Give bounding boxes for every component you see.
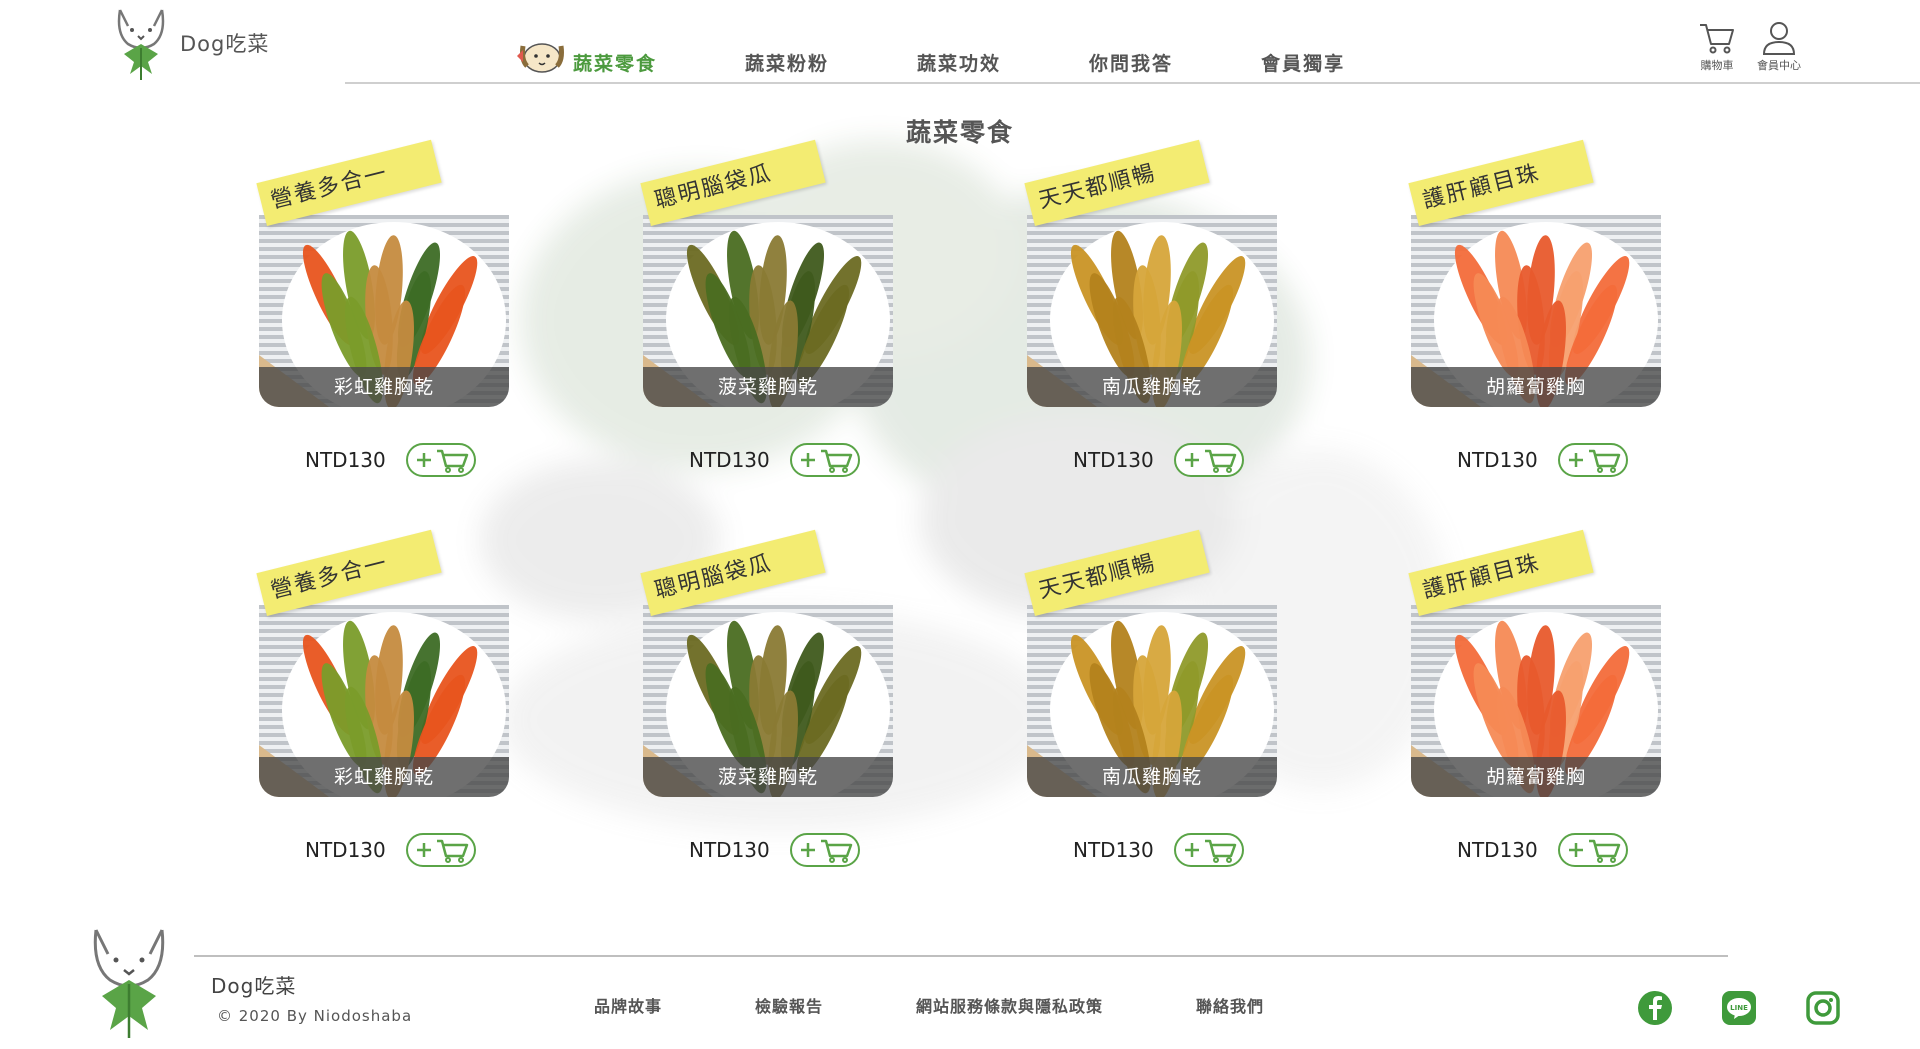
brand-name: Dog吃菜: [180, 32, 270, 56]
nav-item-vegetable-snacks[interactable]: 蔬菜零食: [515, 36, 657, 80]
user-icon: [1762, 22, 1796, 55]
add-to-cart-button[interactable]: [1557, 833, 1628, 867]
add-to-cart-button[interactable]: [405, 443, 476, 477]
member-label: 會員中心: [1757, 59, 1801, 72]
dog-mascot-icon: [517, 43, 564, 73]
line-icon[interactable]: LINE: [1721, 990, 1757, 1026]
product-name: 彩虹雞胸乾: [259, 757, 509, 797]
product-tag: 天天都順暢: [1024, 139, 1210, 226]
price-row: NTD130: [1073, 833, 1244, 867]
add-to-cart-button[interactable]: [1557, 443, 1628, 477]
product-tag: 護肝顧目珠: [1408, 139, 1594, 226]
page-title: 蔬菜零食: [905, 118, 1014, 147]
add-to-cart-icon: [1568, 839, 1621, 863]
header-divider: [345, 82, 1920, 84]
cart-button[interactable]: 購物車: [1697, 20, 1737, 73]
price-row: NTD130: [1457, 833, 1628, 867]
product-price: NTD130: [305, 448, 386, 472]
product-photo[interactable]: 南瓜雞胸乾: [1027, 605, 1277, 797]
product-price: NTD130: [1073, 448, 1154, 472]
price-row: NTD130: [1073, 443, 1244, 477]
add-to-cart-icon: [800, 449, 853, 473]
product-price: NTD130: [689, 448, 770, 472]
product-price: NTD130: [689, 838, 770, 862]
product-price: NTD130: [1457, 448, 1538, 472]
nav-item-vegetable-benefits[interactable]: 蔬菜功效: [917, 49, 1001, 80]
product-tag: 營養多合一: [256, 529, 442, 616]
add-to-cart-button[interactable]: [789, 833, 860, 867]
dog-logo-icon: [117, 9, 165, 80]
nav-item-faq[interactable]: 你問我答: [1089, 49, 1173, 80]
header-actions: 購物車 會員中心: [1697, 20, 1801, 73]
price-row: NTD130: [305, 443, 476, 477]
add-to-cart-icon: [416, 449, 469, 473]
product-tag: 天天都順暢: [1024, 529, 1210, 616]
product-tag: 營養多合一: [256, 139, 442, 226]
footer-link-terms-privacy[interactable]: 網站服務條款與隱私政策: [916, 993, 1103, 1017]
instagram-icon[interactable]: [1805, 990, 1841, 1026]
product-price: NTD130: [1457, 838, 1538, 862]
product-price: NTD130: [1073, 838, 1154, 862]
footer-link-inspection-report[interactable]: 檢驗報告: [755, 993, 823, 1017]
add-to-cart-button[interactable]: [405, 833, 476, 867]
footer-link-contact-us[interactable]: 聯絡我們: [1196, 993, 1264, 1017]
product-photo[interactable]: 胡蘿蔔雞胸: [1411, 215, 1661, 407]
footer-brand-name: Dog吃菜: [211, 974, 297, 998]
member-center-button[interactable]: 會員中心: [1757, 20, 1801, 73]
product-photo[interactable]: 菠菜雞胸乾: [643, 215, 893, 407]
product-photo[interactable]: 南瓜雞胸乾: [1027, 215, 1277, 407]
add-to-cart-icon: [416, 839, 469, 863]
brand-logo[interactable]: Dog吃菜: [112, 4, 269, 82]
product-name: 胡蘿蔔雞胸: [1411, 367, 1661, 407]
add-to-cart-button[interactable]: [1173, 443, 1244, 477]
footer-link-brand-story[interactable]: 品牌故事: [594, 993, 662, 1017]
cart-label: 購物車: [1700, 59, 1734, 72]
product-tag: 護肝顧目珠: [1408, 529, 1594, 616]
footer-divider: [194, 955, 1728, 957]
footer-links: 品牌故事 檢驗報告 網站服務條款與隱私政策 聯絡我們: [594, 993, 1264, 1017]
facebook-icon[interactable]: [1637, 990, 1673, 1026]
product-name: 菠菜雞胸乾: [643, 757, 893, 797]
add-to-cart-icon: [1184, 449, 1237, 473]
main-nav: 蔬菜零食 蔬菜粉粉 蔬菜功效 你問我答 會員獨享: [515, 20, 1433, 80]
price-row: NTD130: [305, 833, 476, 867]
add-to-cart-icon: [1184, 839, 1237, 863]
product-photo[interactable]: 彩虹雞胸乾: [259, 605, 509, 797]
footer-logo[interactable]: [90, 922, 168, 1046]
dog-logo-icon: [93, 929, 165, 1038]
product-name: 南瓜雞胸乾: [1027, 367, 1277, 407]
product-tag: 聰明腦袋瓜: [640, 529, 826, 616]
product-tag: 聰明腦袋瓜: [640, 139, 826, 226]
cart-icon: [1700, 24, 1734, 54]
footer-copyright: © 2020 By Niodoshaba: [217, 1007, 413, 1025]
social-links: LINE: [1637, 990, 1841, 1026]
product-name: 南瓜雞胸乾: [1027, 757, 1277, 797]
add-to-cart-button[interactable]: [789, 443, 860, 477]
add-to-cart-icon: [800, 839, 853, 863]
price-row: NTD130: [1457, 443, 1628, 477]
price-row: NTD130: [689, 833, 860, 867]
price-row: NTD130: [689, 443, 860, 477]
product-photo[interactable]: 彩虹雞胸乾: [259, 215, 509, 407]
nav-item-vegetable-powder[interactable]: 蔬菜粉粉: [745, 49, 829, 80]
svg-text:LINE: LINE: [1730, 1004, 1748, 1012]
nav-item-member-exclusive[interactable]: 會員獨享: [1261, 49, 1345, 80]
product-name: 菠菜雞胸乾: [643, 367, 893, 407]
product-photo[interactable]: 菠菜雞胸乾: [643, 605, 893, 797]
add-to-cart-icon: [1568, 449, 1621, 473]
background-vegetables-image: [480, 140, 1450, 830]
product-name: 彩虹雞胸乾: [259, 367, 509, 407]
add-to-cart-button[interactable]: [1173, 833, 1244, 867]
product-price: NTD130: [305, 838, 386, 862]
product-photo[interactable]: 胡蘿蔔雞胸: [1411, 605, 1661, 797]
product-name: 胡蘿蔔雞胸: [1411, 757, 1661, 797]
